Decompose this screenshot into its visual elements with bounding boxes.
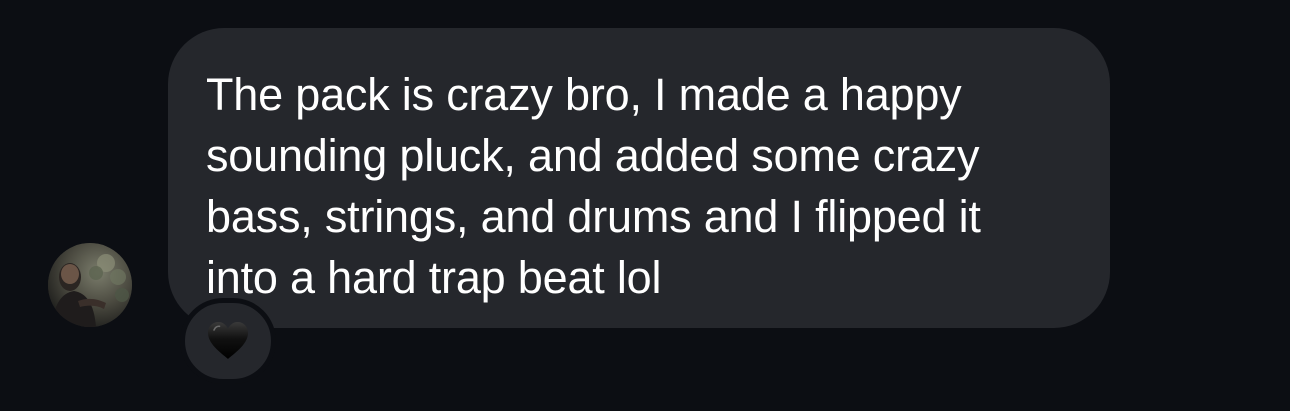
message-thread: The pack is crazy bro, I made a happy so… <box>0 0 1290 411</box>
reaction-badge[interactable] <box>180 298 276 384</box>
message-text: The pack is crazy bro, I made a happy so… <box>206 69 981 303</box>
message-bubble[interactable]: The pack is crazy bro, I made a happy so… <box>168 28 1110 328</box>
black-heart-icon <box>208 322 248 359</box>
avatar-photo <box>48 243 132 327</box>
avatar[interactable] <box>48 243 132 327</box>
